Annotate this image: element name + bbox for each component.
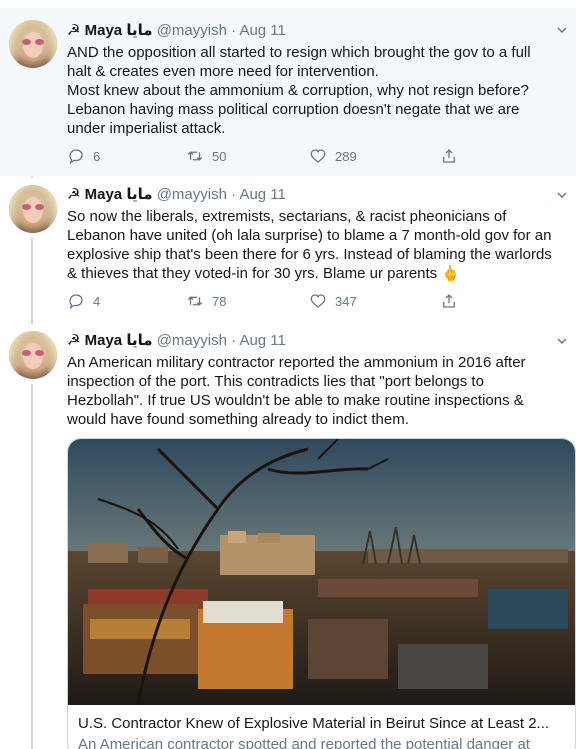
tweet-text-line: Most knew about the ammonium & corruptio… [67,82,529,99]
beirut-port-photo [68,439,575,705]
chevron-down-icon[interactable] [556,335,568,347]
share-icon [443,294,455,308]
tweet-text-line: So now the liberals, extremists, sectari… [67,208,507,225]
reply-button[interactable]: 6 [67,147,100,165]
tweet-text-line: An American military contractor reported… [67,354,526,371]
tweet-text-line: Hezbollah". If true US wouldn't be able … [67,392,524,409]
tweet-date[interactable]: Aug 11 [239,186,285,203]
tweet-text-line: AND the opposition all started to resign… [67,44,531,61]
author-name[interactable]: Maya [85,22,123,39]
chevron-down-icon[interactable] [556,189,568,201]
tweet-text-line: under imperialist attack. [67,120,226,137]
like-icon [310,149,326,163]
author-arabic-name[interactable]: مايا [126,332,152,349]
reply-button[interactable]: 4 [67,292,100,310]
tweet-text-line: inspection of the port. This contradicts… [67,373,484,390]
tweet-text: So now the liberals, extremists, sectari… [67,207,567,283]
share-icon [443,149,455,163]
link-card[interactable]: U.S. Contractor Knew of Explosive Materi… [67,438,576,749]
tweet-actions: 6 50 289 [67,147,487,167]
author-handle[interactable]: @mayyish [157,332,227,349]
like-icon [310,294,326,308]
avatar[interactable] [9,20,57,68]
author-arabic-name[interactable]: مايا [126,22,152,39]
separator-dot: · [231,332,237,349]
like-count: 289 [335,148,357,164]
tweet-header: ☭ Maya مايا @mayyish · Aug 11 [67,186,286,204]
tweet-text-line: & thieves that they voted-in for 30 yrs.… [67,265,461,282]
tweet-header: ☭ Maya مايا @mayyish · Aug 11 [67,332,286,350]
reply-count: 6 [93,148,101,164]
retweet-icon [187,296,203,306]
retweet-count: 50 [212,148,227,164]
reply-icon [69,294,83,310]
like-count: 347 [335,293,357,309]
link-card-description: An American contractor spotted and repor… [78,736,530,749]
tweet-date[interactable]: Aug 11 [239,22,285,39]
tweet-actions: 4 78 347 [67,292,487,312]
author-handle[interactable]: @mayyish [157,22,227,39]
tweet-text: An American military contractor reported… [67,353,567,429]
reply-count: 4 [93,293,101,309]
hammer-sickle-emoji: ☭ [67,22,81,39]
tweet-text-line: Lebanon having mass political corruption… [67,101,520,118]
separator-dot: · [231,186,237,203]
tweet[interactable]: ☭ Maya مايا @mayyish · Aug 11 AND the op… [0,8,576,176]
share-button[interactable] [440,292,458,310]
share-button[interactable] [440,147,458,165]
retweet-icon [187,151,203,161]
author-handle[interactable]: @mayyish [157,186,227,203]
hammer-sickle-emoji: ☭ [67,186,81,203]
avatar[interactable] [9,185,57,233]
tweet-text-line: explosive ship that's been there for 6 y… [67,246,552,263]
chevron-down-icon[interactable] [556,24,568,36]
separator-dot: · [231,22,237,39]
author-name[interactable]: Maya [85,186,123,203]
author-name[interactable]: Maya [85,332,123,349]
link-card-title[interactable]: U.S. Contractor Knew of Explosive Materi… [78,715,568,732]
reply-icon [69,149,83,165]
hammer-sickle-emoji: ☭ [67,332,81,349]
tweet-text-line: halt & creates even more need for interv… [67,63,379,80]
retweet-button[interactable]: 50 [186,147,226,165]
avatar[interactable] [9,331,57,379]
tweet-text-line: Lebanon have united (oh lala surprise) t… [67,227,552,244]
tweet-header: ☭ Maya مايا @mayyish · Aug 11 [67,22,286,40]
tweet-date[interactable]: Aug 11 [239,332,285,349]
tweet-text: AND the opposition all started to resign… [67,43,567,138]
author-arabic-name[interactable]: مايا [126,186,152,203]
like-button[interactable]: 347 [309,292,357,310]
tweet[interactable]: ☭ Maya مايا @mayyish · Aug 11 So now the… [0,176,576,322]
like-button[interactable]: 289 [309,147,357,165]
retweet-button[interactable]: 78 [186,292,226,310]
retweet-count: 78 [212,293,227,309]
tweet-text-line: would have found something already to in… [67,411,409,428]
